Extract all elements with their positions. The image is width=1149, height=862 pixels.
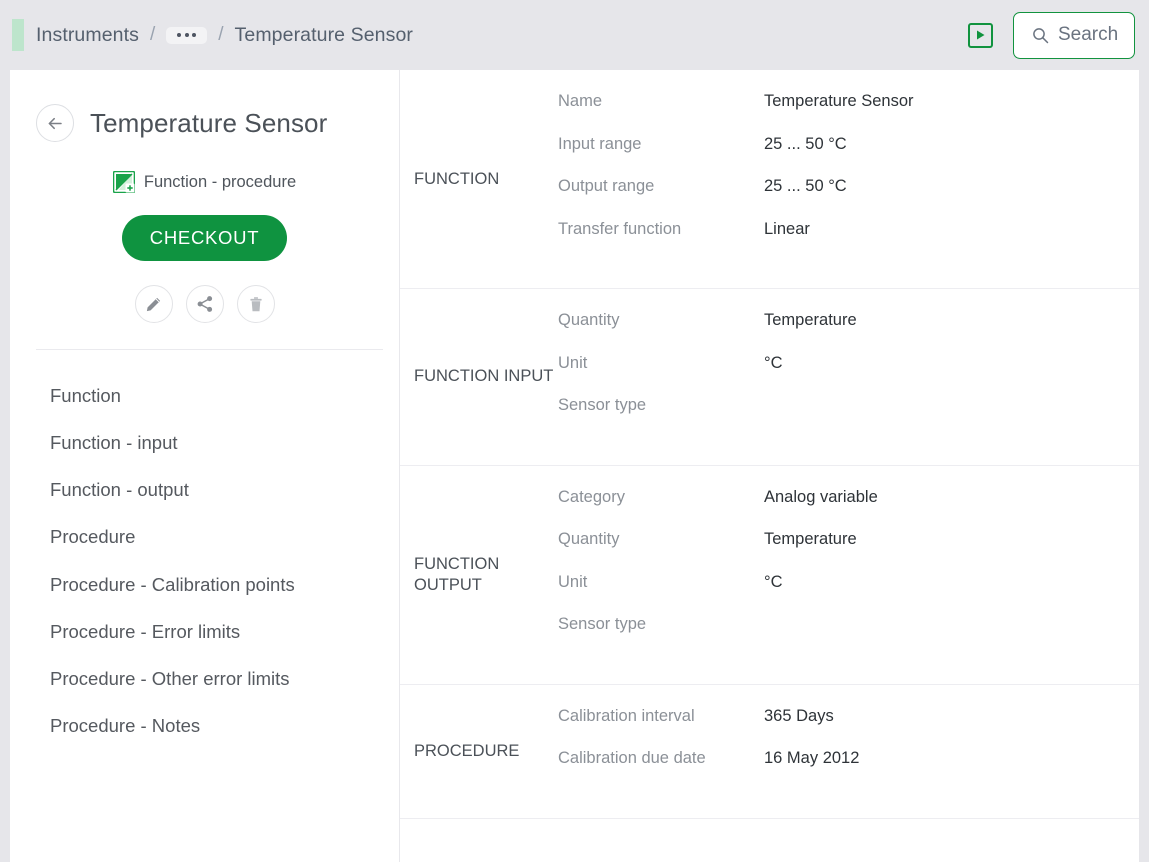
detail-row: Transfer function Linear — [558, 220, 1139, 263]
detail-label: Name — [558, 92, 603, 110]
share-icon — [197, 296, 212, 312]
sidebar-item-procedure-other-error-limits[interactable]: Procedure - Other error limits — [10, 655, 399, 702]
detail-row: Output range 25 ... 50 °C — [558, 177, 1139, 220]
detail-label: Unit — [558, 353, 588, 372]
details-section-function-output: FUNCTION OUTPUT Category Analog variable… — [400, 466, 1139, 685]
checkout-row: CHECKOUT — [10, 215, 399, 261]
detail-label: Calibration due date — [558, 749, 706, 767]
detail-label: Sensor type — [558, 396, 647, 414]
detail-label: Transfer function — [558, 219, 682, 238]
detail-label: Quantity — [558, 530, 620, 548]
detail-value: °C — [764, 572, 783, 591]
section-title: PROCEDURE — [414, 741, 520, 760]
function-procedure-icon — [112, 171, 135, 193]
details-section-function: FUNCTION Name Temperature Sensor Input r… — [400, 70, 1139, 289]
breadcrumb-item-instruments[interactable]: Instruments — [36, 24, 139, 47]
left-panel-header: Temperature Sensor — [10, 70, 399, 142]
detail-value: Linear — [764, 219, 810, 238]
section-rows: Category Analog variable Quantity Temper… — [558, 466, 1139, 684]
section-rows: Name Temperature Sensor Input range 25 .… — [558, 70, 1139, 288]
item-type-label: Function - procedure — [143, 172, 297, 191]
detail-value: 25 ... 50 °C — [764, 177, 847, 195]
detail-row: Category Analog variable — [558, 488, 1139, 531]
delete-button[interactable] — [236, 285, 275, 323]
detail-row: Sensor type — [558, 396, 1139, 439]
detail-row: Unit °C — [558, 573, 1139, 616]
back-button[interactable] — [36, 104, 74, 142]
share-button[interactable] — [185, 285, 224, 323]
detail-value: Temperature — [764, 530, 857, 548]
checkout-button[interactable]: CHECKOUT — [121, 215, 288, 261]
breadcrumb-separator-1: / — [149, 24, 156, 45]
arrow-left-icon — [48, 117, 62, 129]
top-bar-actions: Search — [968, 11, 1135, 59]
trash-icon — [249, 296, 262, 311]
sidebar-item-procedure-error-limits[interactable]: Procedure - Error limits — [10, 608, 399, 655]
detail-row: Calibration interval 365 Days — [558, 707, 1139, 750]
detail-label: Sensor type — [558, 615, 647, 633]
sidebar-item-procedure-notes[interactable]: Procedure - Notes — [10, 702, 399, 749]
item-type: Function - procedure — [10, 171, 399, 193]
breadcrumb: Instruments / / Temperature Sensor — [36, 24, 413, 47]
play-icon — [977, 30, 985, 40]
search-icon — [1033, 27, 1049, 43]
page-title: Temperature Sensor — [90, 107, 328, 138]
section-title: FUNCTION INPUT — [414, 367, 554, 386]
detail-row: Sensor type — [558, 615, 1139, 658]
sidebar-item-function-input[interactable]: Function - input — [10, 419, 399, 466]
edit-button[interactable] — [134, 285, 173, 323]
details-section-procedure: PROCEDURE Calibration interval 365 Days … — [400, 685, 1139, 819]
content-area: Temperature Sensor Function - procedure … — [10, 70, 1139, 862]
breadcrumb-ellipsis-button[interactable] — [166, 26, 208, 44]
detail-label: Output range — [558, 177, 655, 195]
left-panel: Temperature Sensor Function - procedure … — [10, 70, 400, 862]
sidebar-item-function-output[interactable]: Function - output — [10, 466, 399, 513]
dot-icon — [177, 32, 182, 37]
detail-row: Quantity Temperature — [558, 311, 1139, 354]
detail-row: Unit °C — [558, 354, 1139, 397]
detail-row: Input range 25 ... 50 °C — [558, 135, 1139, 178]
left-nav-list: Function Function - input Function - out… — [10, 350, 399, 749]
detail-value: Analog variable — [764, 487, 878, 506]
detail-row: Quantity Temperature — [558, 530, 1139, 573]
search-input[interactable]: Search — [1013, 11, 1135, 59]
detail-label: Unit — [558, 572, 588, 591]
detail-label: Quantity — [558, 311, 620, 329]
detail-value: °C — [764, 353, 783, 372]
pencil-icon — [146, 297, 161, 311]
sidebar-item-procedure-calibration-points[interactable]: Procedure - Calibration points — [10, 561, 399, 608]
dot-icon — [184, 32, 189, 37]
section-title: FUNCTION — [414, 169, 500, 188]
sidebar-item-procedure[interactable]: Procedure — [10, 513, 399, 560]
detail-value: Temperature Sensor — [764, 92, 914, 110]
sidebar-item-function[interactable]: Function — [10, 372, 399, 419]
section-rows: Quantity Temperature Unit °C Sensor type — [558, 289, 1139, 465]
play-button[interactable] — [968, 22, 993, 48]
dot-icon — [192, 32, 197, 37]
detail-value: 25 ... 50 °C — [764, 134, 847, 153]
detail-value: Temperature — [764, 311, 857, 329]
detail-label: Calibration interval — [558, 706, 695, 725]
details-sections: FUNCTION Name Temperature Sensor Input r… — [400, 70, 1139, 819]
detail-label: Input range — [558, 134, 642, 153]
section-rows: Calibration interval 365 Days Calibratio… — [558, 685, 1139, 818]
detail-value: 16 May 2012 — [764, 749, 860, 767]
detail-row: Name Temperature Sensor — [558, 92, 1139, 135]
detail-value: 365 Days — [764, 706, 834, 725]
detail-row: Calibration due date 16 May 2012 — [558, 749, 1139, 792]
breadcrumb-separator-2: / — [218, 24, 224, 45]
top-bar: Instruments / / Temperature Sensor Searc… — [0, 0, 1149, 70]
plus-badge-icon — [125, 183, 135, 193]
details-panel: FUNCTION Name Temperature Sensor Input r… — [400, 70, 1139, 862]
search-placeholder: Search — [1058, 24, 1119, 45]
details-section-function-input: FUNCTION INPUT Quantity Temperature Unit… — [400, 289, 1139, 466]
action-icon-row — [10, 285, 399, 323]
accent-bar — [12, 19, 24, 51]
section-title: FUNCTION OUTPUT — [414, 554, 500, 594]
detail-label: Category — [558, 487, 625, 506]
breadcrumb-item-current: Temperature Sensor — [234, 23, 414, 46]
